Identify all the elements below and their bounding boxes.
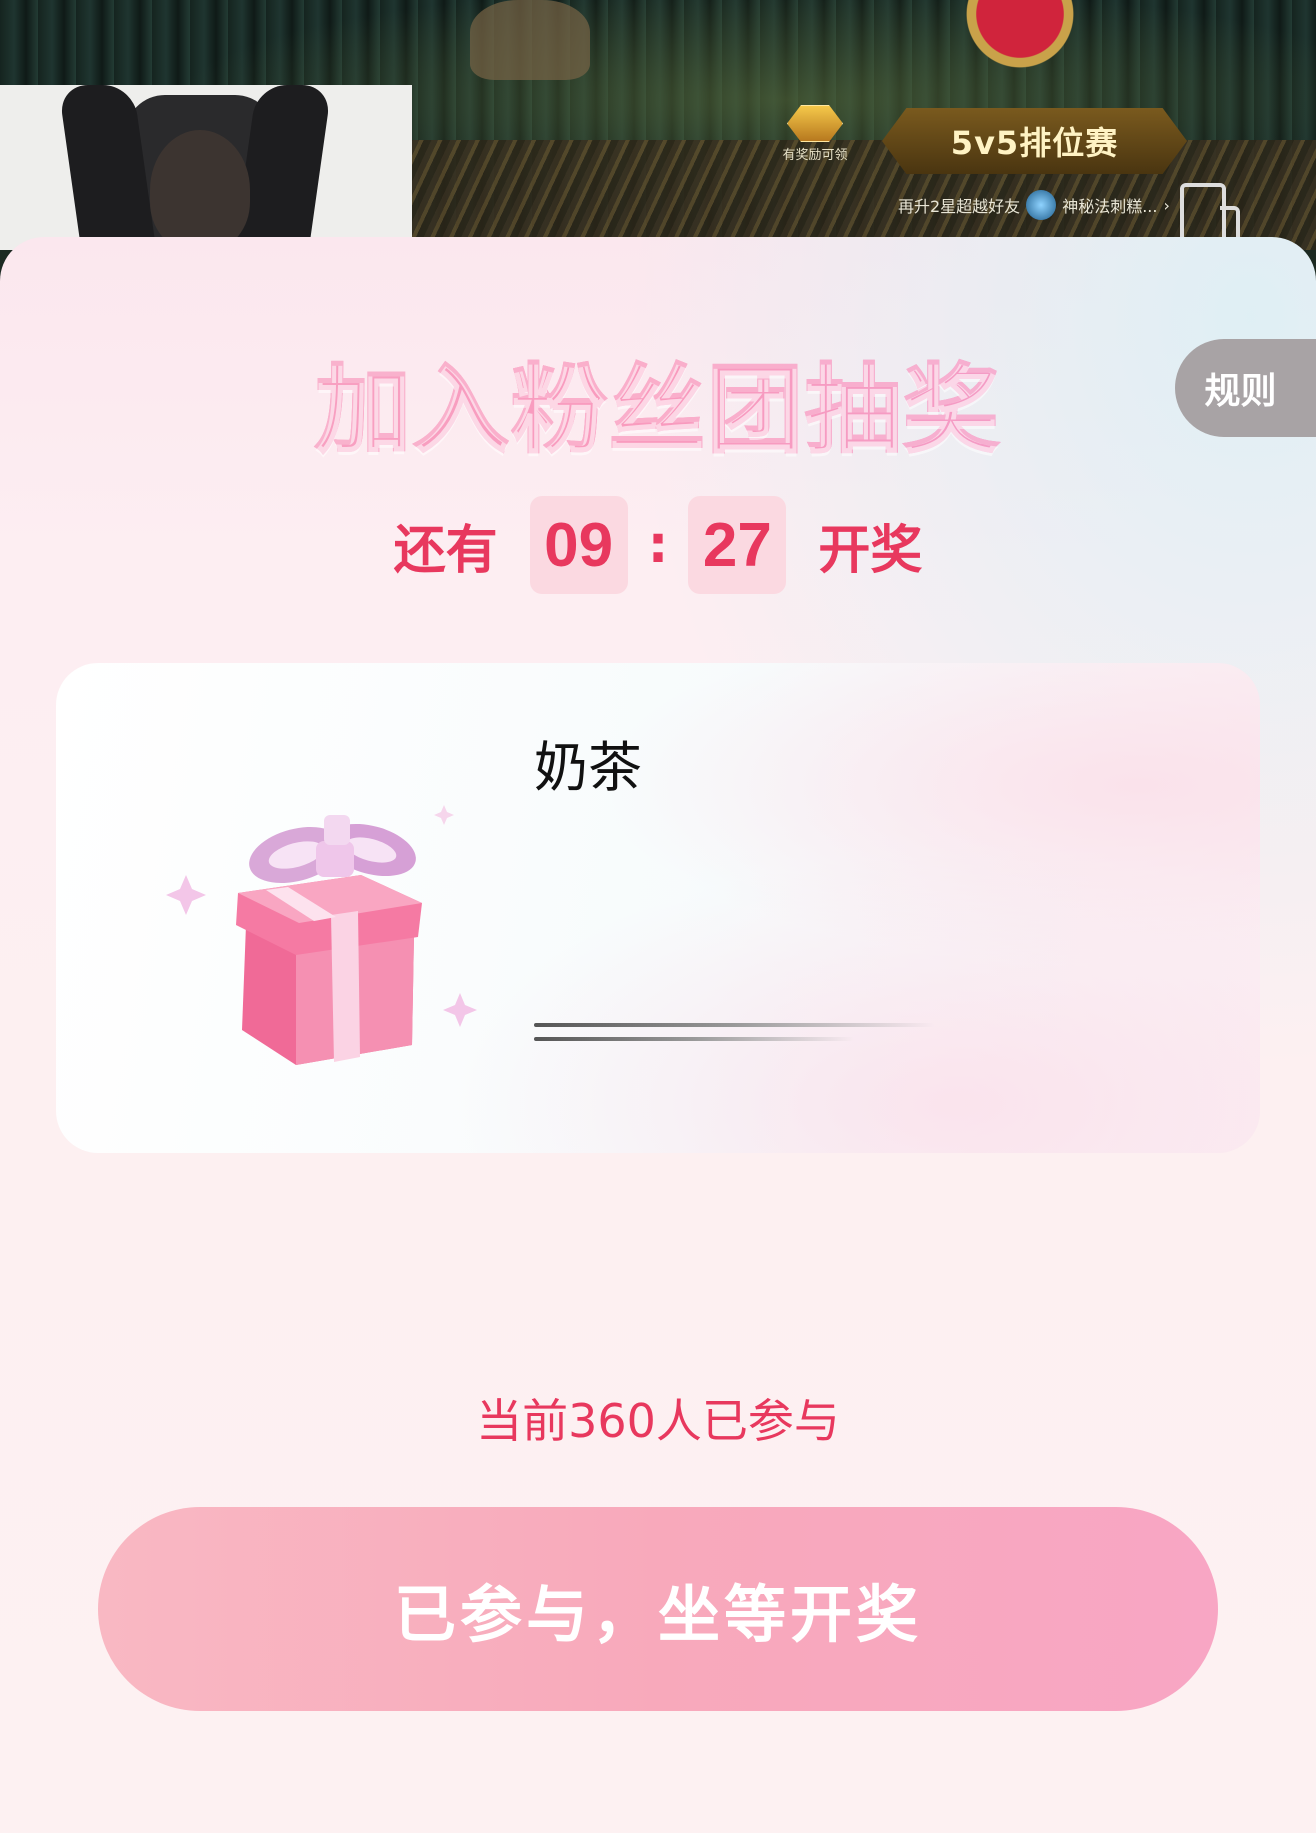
gift-box-icon (166, 775, 486, 1075)
friend-avatar-icon (1026, 190, 1057, 220)
lottery-countdown: 还有 09 : 27 开奖 (0, 495, 1316, 595)
countdown-prefix: 还有 (393, 520, 498, 581)
reward-available-button[interactable]: 有奖励可领 (780, 105, 850, 163)
countdown-minutes: 09 (529, 496, 628, 594)
countdown-suffix: 开奖 (818, 520, 923, 581)
prize-card: 奶茶 (56, 663, 1260, 1153)
fan-club-lottery-sheet: 加入粉丝团抽奖 规则 还有 09 : 27 开奖 奶茶 当前360人已参与 已参… (0, 237, 1316, 1833)
rank-hint-friend: 神秘法刺糕... (1062, 197, 1158, 216)
countdown-seconds: 27 (688, 496, 787, 594)
participants-count: 当前360人已参与 (476, 1394, 840, 1448)
streamer-head (150, 130, 250, 250)
joined-wait-button[interactable]: 已参与，坐等开奖 (98, 1507, 1218, 1711)
rules-button[interactable]: 规则 (1175, 339, 1316, 437)
game-character (470, 0, 590, 80)
reward-label: 有奖励可领 (782, 148, 848, 163)
rank-emblem (950, 0, 1090, 80)
prize-description-placeholder (534, 1023, 934, 1059)
countdown-separator: : (647, 515, 669, 575)
lottery-title: 加入粉丝团抽奖 (0, 332, 1316, 471)
rank-hint-text: 再升2星超越好友 (898, 197, 1021, 216)
prize-name: 奶茶 (534, 736, 642, 799)
rank-progress-hint[interactable]: 再升2星超越好友 神秘法刺糕... › (898, 190, 1170, 220)
ranked-match-banner[interactable]: 5v5排位赛 (882, 108, 1187, 174)
chevron-right-icon: › (1163, 195, 1170, 215)
live-stream-view: 有奖励可领 5v5排位赛 再升2星超越好友 神秘法刺糕... › (0, 0, 1316, 250)
reward-chest-icon (787, 105, 843, 142)
streamer-camera (0, 85, 412, 250)
